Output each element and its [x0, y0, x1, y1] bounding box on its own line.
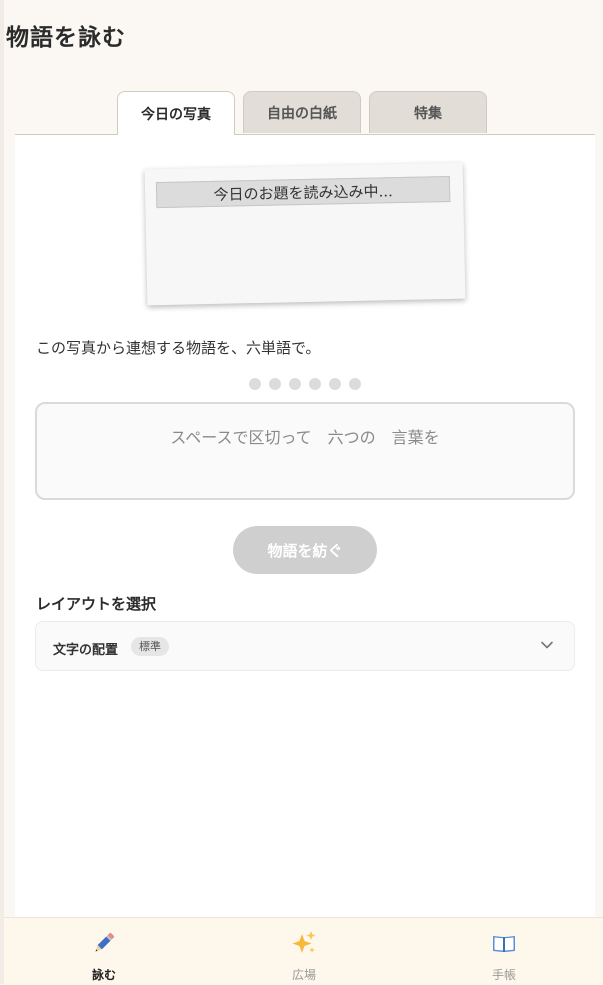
- word-dot: [329, 378, 341, 390]
- photo-caption: 今日のお題を読み込み中...: [155, 175, 451, 209]
- nav-label-compose: 詠む: [91, 968, 116, 982]
- nav-label-notebook: 手帳: [491, 968, 516, 982]
- nav-item-compose[interactable]: 詠む: [44, 918, 164, 985]
- nav-item-notebook[interactable]: 手帳: [444, 918, 564, 985]
- tab-todays-photo[interactable]: 今日の写真: [117, 91, 235, 135]
- sparkles-icon: [292, 931, 316, 953]
- chevron-down-icon: [541, 641, 553, 649]
- layout-selected-badge: 標準: [131, 637, 169, 656]
- nav-label-plaza: 広場: [291, 968, 316, 982]
- word-dot: [269, 378, 281, 390]
- word-progress-dots: [249, 378, 361, 390]
- text-layout-select[interactable]: 文字の配置 標準: [35, 621, 575, 671]
- prompt-text: この写真から連想する物語を、六単語で。: [36, 339, 321, 357]
- compose-panel: 今日のお題を読み込み中... この写真から連想する物語を、六単語で。 物語を紡ぐ…: [15, 134, 595, 918]
- photo-card: 今日のお題を読み込み中...: [144, 162, 466, 306]
- word-dot: [309, 378, 321, 390]
- bottom-nav: 詠む 広場 手帳: [4, 917, 603, 985]
- weave-story-button[interactable]: 物語を紡ぐ: [233, 526, 377, 574]
- six-word-story-input[interactable]: [35, 402, 575, 500]
- tab-free-paper[interactable]: 自由の白紙: [243, 91, 361, 133]
- book-icon: [493, 936, 515, 952]
- word-dot: [349, 378, 361, 390]
- left-edge-strip: [0, 0, 4, 984]
- layout-option-label: 文字の配置: [53, 643, 119, 658]
- word-dot: [249, 378, 261, 390]
- pencil-icon: [95, 932, 115, 952]
- layout-heading: レイアウトを選択: [36, 595, 157, 613]
- tab-bar: 今日の写真 自由の白紙 特集: [117, 91, 487, 135]
- tab-special[interactable]: 特集: [369, 91, 487, 133]
- nav-item-plaza[interactable]: 広場: [244, 918, 364, 985]
- page-title: 物語を詠む: [6, 24, 126, 51]
- word-dot: [289, 378, 301, 390]
